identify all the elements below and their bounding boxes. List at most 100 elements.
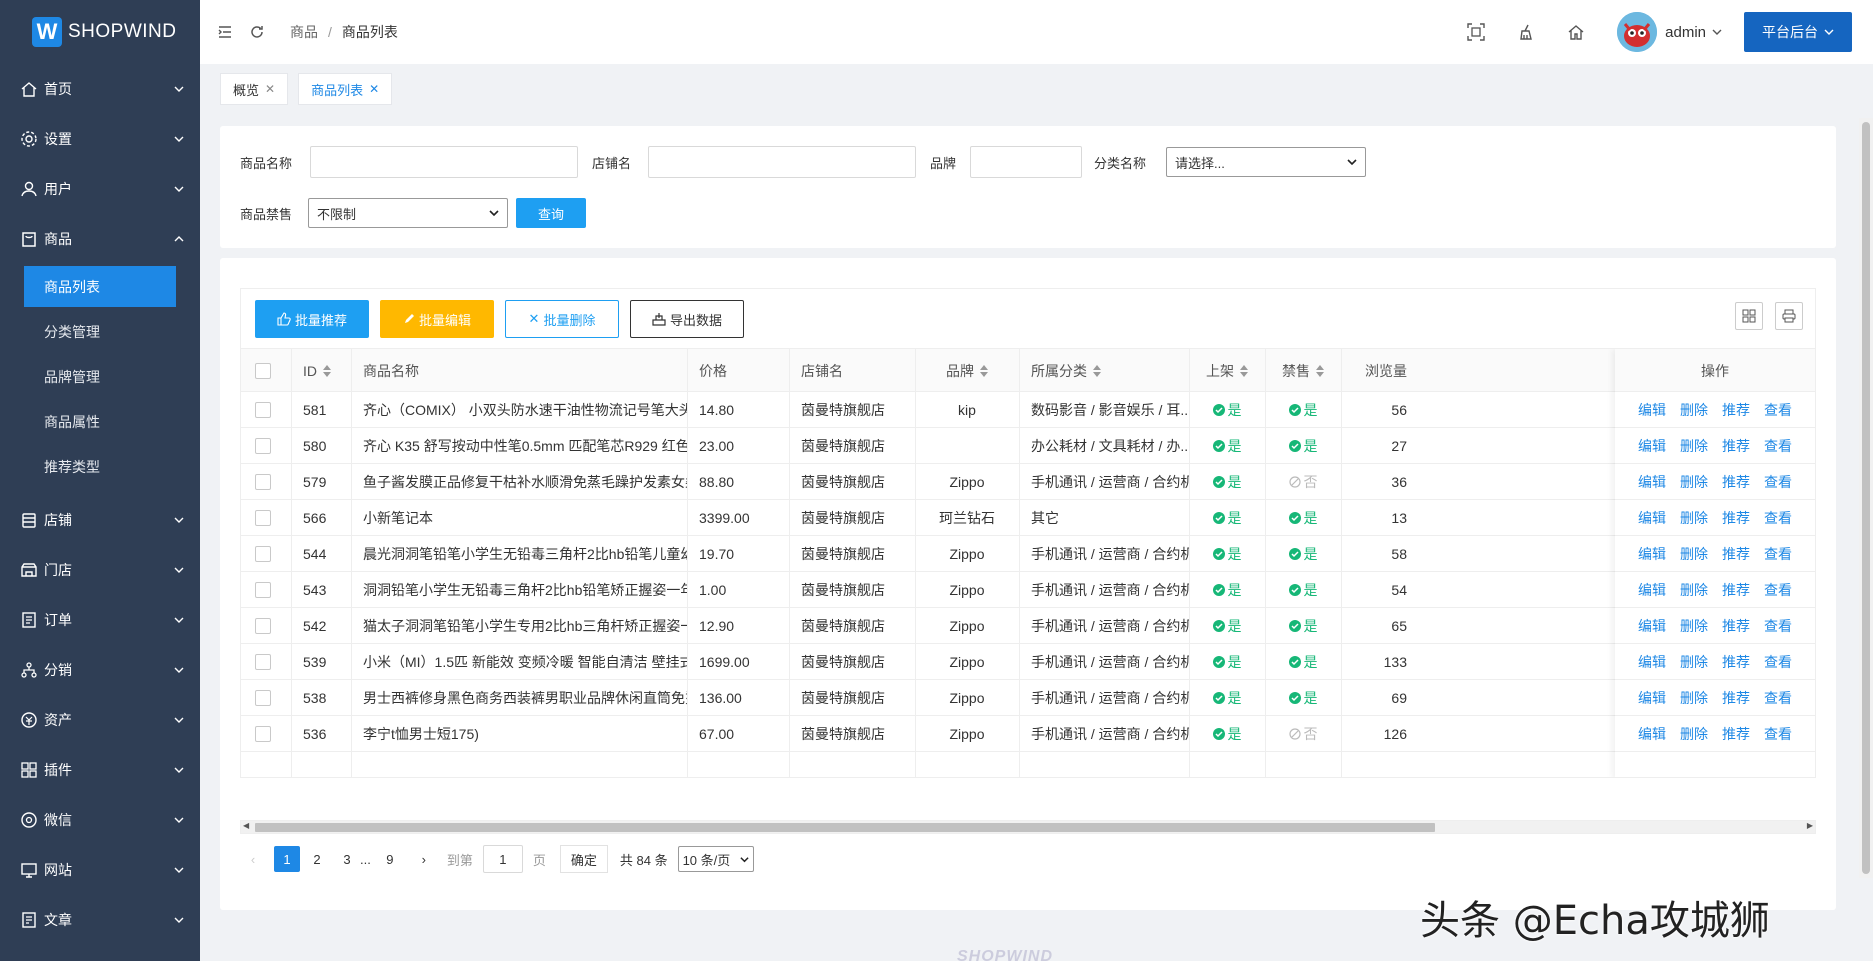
page-1[interactable]: 1 — [274, 846, 300, 872]
row-checkbox[interactable] — [255, 690, 271, 706]
row-checkbox[interactable] — [255, 510, 271, 526]
close-icon[interactable]: ✕ — [369, 82, 379, 96]
edit-link[interactable]: 编辑 — [1638, 580, 1666, 600]
banned-status[interactable]: 否 — [1288, 472, 1318, 492]
recommend-link[interactable]: 推荐 — [1722, 436, 1750, 456]
edit-link[interactable]: 编辑 — [1638, 616, 1666, 636]
onshelf-status[interactable]: 是 — [1212, 508, 1242, 528]
sidebar-item-10[interactable]: 微信 — [0, 795, 200, 845]
brand-input[interactable] — [970, 146, 1082, 178]
view-link[interactable]: 查看 — [1764, 544, 1792, 564]
view-link[interactable]: 查看 — [1764, 652, 1792, 672]
edit-link[interactable]: 编辑 — [1638, 652, 1666, 672]
menu-fold-icon[interactable] — [216, 23, 234, 41]
view-link[interactable]: 查看 — [1764, 436, 1792, 456]
goto-page-input[interactable]: 1 — [482, 845, 523, 873]
horizontal-scrollbar[interactable]: ◀ ▶ — [240, 820, 1816, 834]
user-name[interactable]: admin — [1665, 24, 1706, 41]
onshelf-status[interactable]: 是 — [1212, 544, 1242, 564]
edit-link[interactable]: 编辑 — [1638, 472, 1666, 492]
submenu-item-1[interactable]: 分类管理 — [0, 309, 200, 354]
banned-status[interactable]: 是 — [1288, 616, 1318, 636]
row-checkbox[interactable] — [255, 654, 271, 670]
view-link[interactable]: 查看 — [1764, 688, 1792, 708]
submenu-item-3[interactable]: 商品属性 — [0, 399, 200, 444]
row-checkbox[interactable] — [255, 726, 271, 742]
sort-icon[interactable] — [1316, 364, 1324, 377]
onshelf-status[interactable]: 是 — [1212, 688, 1242, 708]
page-3[interactable]: 3 — [334, 846, 360, 872]
view-link[interactable]: 查看 — [1764, 724, 1792, 744]
delete-link[interactable]: 删除 — [1680, 508, 1708, 528]
row-checkbox[interactable] — [255, 474, 271, 490]
submenu-item-0[interactable]: 商品列表 — [24, 266, 176, 307]
batch-delete-button[interactable]: ✕ 批量删除 — [505, 300, 619, 338]
view-link[interactable]: 查看 — [1764, 580, 1792, 600]
recommend-link[interactable]: 推荐 — [1722, 652, 1750, 672]
view-link[interactable]: 查看 — [1764, 472, 1792, 492]
fullscreen-icon[interactable] — [1467, 23, 1485, 41]
edit-link[interactable]: 编辑 — [1638, 724, 1666, 744]
sidebar-item-2[interactable]: 用户 — [0, 164, 200, 214]
edit-link[interactable]: 编辑 — [1638, 688, 1666, 708]
page-size-select[interactable]: 10 条/页 — [677, 846, 754, 872]
sidebar-item-7[interactable]: 分销 — [0, 645, 200, 695]
delete-link[interactable]: 删除 — [1680, 652, 1708, 672]
tab-goods-list[interactable]: 商品列表 ✕ — [298, 73, 393, 105]
delete-link[interactable]: 删除 — [1680, 688, 1708, 708]
scroll-right-icon[interactable]: ▶ — [1807, 821, 1813, 830]
delete-link[interactable]: 删除 — [1680, 580, 1708, 600]
sidebar-item-9[interactable]: 插件 — [0, 745, 200, 795]
delete-link[interactable]: 删除 — [1680, 724, 1708, 744]
category-select[interactable]: 请选择... — [1166, 147, 1366, 177]
col-onshelf[interactable]: 上架 — [1189, 349, 1265, 392]
recommend-link[interactable]: 推荐 — [1722, 580, 1750, 600]
goods-name-input[interactable] — [310, 146, 578, 178]
home-icon[interactable] — [1567, 23, 1585, 41]
banned-status[interactable]: 是 — [1288, 436, 1318, 456]
scroll-left-icon[interactable]: ◀ — [243, 821, 249, 830]
next-page-icon[interactable]: › — [411, 846, 437, 872]
sort-icon[interactable] — [323, 364, 331, 377]
delete-link[interactable]: 删除 — [1680, 436, 1708, 456]
row-checkbox[interactable] — [255, 438, 271, 454]
sort-icon[interactable] — [1240, 364, 1248, 377]
store-name-input[interactable] — [648, 146, 916, 178]
sidebar-item-1[interactable]: 设置 — [0, 114, 200, 164]
recommend-link[interactable]: 推荐 — [1722, 472, 1750, 492]
sort-icon[interactable] — [980, 364, 988, 377]
view-link[interactable]: 查看 — [1764, 508, 1792, 528]
banned-status[interactable]: 是 — [1288, 508, 1318, 528]
onshelf-status[interactable]: 是 — [1212, 724, 1242, 744]
banned-status[interactable]: 是 — [1288, 580, 1318, 600]
row-checkbox[interactable] — [255, 618, 271, 634]
onshelf-status[interactable]: 是 — [1212, 436, 1242, 456]
banned-status[interactable]: 是 — [1288, 544, 1318, 564]
logo[interactable]: W SHOPWIND — [0, 0, 200, 64]
submenu-item-2[interactable]: 品牌管理 — [0, 354, 200, 399]
breadcrumb-item-goods[interactable]: 商品 — [290, 22, 318, 42]
broom-icon[interactable] — [1517, 23, 1535, 41]
recommend-link[interactable]: 推荐 — [1722, 688, 1750, 708]
prev-page-icon[interactable]: ‹ — [240, 846, 266, 872]
row-checkbox[interactable] — [255, 582, 271, 598]
delete-link[interactable]: 删除 — [1680, 544, 1708, 564]
onshelf-status[interactable]: 是 — [1212, 616, 1242, 636]
tab-overview[interactable]: 概览 ✕ — [220, 73, 289, 105]
scrollbar-thumb[interactable] — [1862, 122, 1870, 874]
row-checkbox[interactable] — [255, 546, 271, 562]
page-2[interactable]: 2 — [304, 846, 330, 872]
recommend-link[interactable]: 推荐 — [1722, 724, 1750, 744]
onshelf-status[interactable]: 是 — [1212, 400, 1242, 420]
banned-status[interactable]: 否 — [1288, 724, 1318, 744]
sidebar-item-3[interactable]: 商品 — [0, 214, 200, 264]
page-last[interactable]: 9 — [377, 846, 403, 872]
banned-status[interactable]: 是 — [1288, 652, 1318, 672]
view-link[interactable]: 查看 — [1764, 400, 1792, 420]
recommend-link[interactable]: 推荐 — [1722, 400, 1750, 420]
ban-select[interactable]: 不限制 — [308, 198, 508, 228]
sidebar-item-6[interactable]: 订单 — [0, 595, 200, 645]
columns-icon[interactable] — [1735, 302, 1763, 330]
col-id[interactable]: ID — [291, 349, 351, 392]
sidebar-item-0[interactable]: 首页 — [0, 64, 200, 114]
